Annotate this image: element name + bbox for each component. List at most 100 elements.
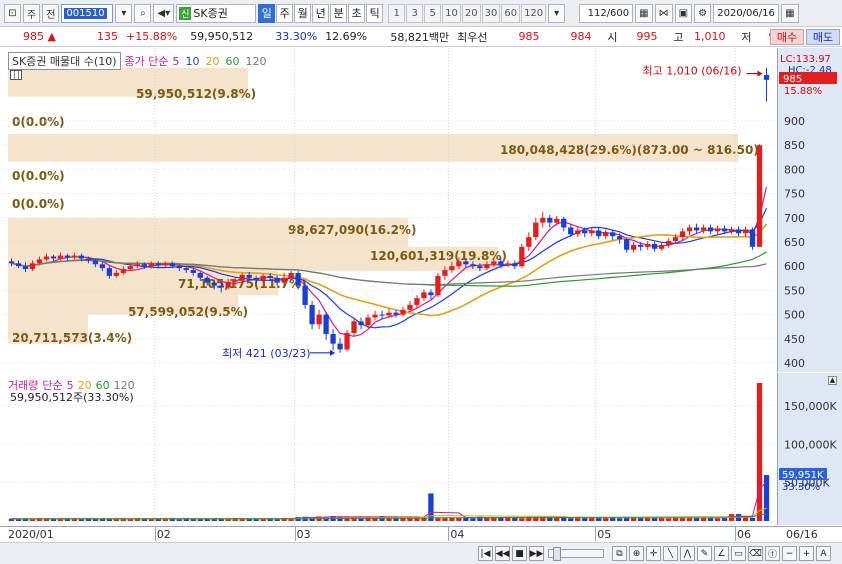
current-price: 985 ▲ [23,30,56,43]
copy-icon[interactable]: ⧉ [612,546,627,561]
scroll-slider[interactable] [548,547,604,561]
volume-panel[interactable]: 150,000K 100,000K 50,000K 59,951K 33.30% 거래량… [0,373,842,525]
best-bid: 984 [570,30,592,43]
low-label: 저 [741,30,752,44]
grid-icon[interactable]: ▦ [635,3,653,23]
high-label: 고 [673,30,684,44]
volume-bar-78 [554,517,560,521]
current-pct-label: 15.88% [784,86,822,97]
sell-button[interactable]: 매도 [806,29,840,45]
price-axis-label-1: 850 [784,139,805,152]
interval-button-10[interactable]: 10 [442,3,461,23]
interval-button-60[interactable]: 60 [501,3,521,23]
candle-body-56 [400,309,406,315]
volume-bar-8 [64,519,71,521]
split-icon[interactable]: ⋈ [654,3,673,23]
open-price: 995 [636,30,658,43]
candle-body-67 [477,266,483,269]
text-tool-icon[interactable]: ⓣ [765,546,780,561]
stop-icon[interactable]: ■ [512,546,527,561]
search-icon[interactable]: ⌕ [134,3,152,23]
lc-label: LC:133.97 [780,54,831,65]
line-tool-icon[interactable]: ╲ [663,546,678,561]
interval-button-30[interactable]: 30 [481,3,501,23]
candle-body-9 [71,255,78,258]
stock-code-input[interactable]: 001510 [61,3,114,23]
price-panel[interactable]: 59,950,512(9.8%) 0(0.0%) 180,048,428(29.6%… [0,48,842,372]
slider-handle[interactable] [553,547,561,561]
first-page-icon[interactable]: |◀ [478,546,493,561]
prev-button[interactable]: 전 [42,3,60,23]
period-tab-4[interactable]: 분 [330,3,348,23]
period-tab-3[interactable]: 년 [312,3,330,23]
stock-name-field[interactable]: 신 SK증권 [176,3,257,23]
date-field[interactable]: 2020/06/16 [713,3,780,23]
candle-body-74 [526,237,532,247]
candle-body-49 [351,321,357,333]
candle-body-95 [672,237,679,242]
gear-icon[interactable]: ⚙ [694,3,712,23]
type-select[interactable]: 주 [23,3,41,23]
period-tab-6[interactable]: 틱 [366,3,384,23]
candle-count-field[interactable]: 112/600 [579,3,634,23]
volume-bar-64 [456,517,462,521]
candle-body-90 [638,244,644,247]
zoom-in-icon[interactable]: + [799,546,814,561]
open-label: 시 [607,30,618,44]
candle-body-38 [274,277,280,283]
zoom-icon[interactable]: ⊕ [629,546,644,561]
candle-body-10 [78,255,85,259]
rewind-icon[interactable]: ◀◀ [495,546,510,561]
eraser-icon[interactable]: ⌫ [748,546,763,561]
font-icon[interactable]: A [816,546,831,561]
interval-button-1[interactable]: 1 [388,3,406,23]
price-legend-title[interactable]: SK증권 매물대 수(10) [8,52,121,70]
candle-body-46 [330,333,336,344]
candle-body-89 [631,244,637,250]
window-menu-icon[interactable]: ⊡ [4,3,21,23]
candle-body-40 [288,272,294,278]
candle-body-76 [540,217,546,223]
table-icon[interactable] [10,70,22,80]
volume-bar-66 [470,518,476,521]
candle-body-12 [92,260,99,265]
buy-button[interactable]: 매수 [770,29,804,45]
interval-button-3[interactable]: 3 [406,3,424,23]
zoom-out-icon[interactable]: − [782,546,797,561]
period-tab-5[interactable]: 초 [348,3,366,23]
candle-body-73 [519,246,525,267]
speaker-icon[interactable]: ◀▾ [153,3,175,23]
volume-profile-label-4: 0(0.0%) [12,197,65,211]
interval-dropdown-icon[interactable]: ▾ [548,3,566,23]
zigzag-icon[interactable]: ⋀ [680,546,695,561]
high-arrow-icon [757,70,763,77]
panel-close-icon[interactable]: ▲ [828,376,837,385]
period-tab-2[interactable]: 월 [294,3,312,23]
candle-body-81 [575,230,581,235]
code-dropdown-icon[interactable]: ▾ [115,3,133,23]
forward-icon[interactable]: ▶▶ [529,546,544,561]
interval-button-120[interactable]: 120 [521,3,547,23]
ma-period-20: 20 [205,54,220,68]
select-icon[interactable]: ▭ [731,546,746,561]
period-tab-0[interactable]: 일 [258,3,276,23]
draw-icon[interactable]: ✎ [697,546,712,561]
calendar-icon[interactable]: ▦ [781,3,799,23]
volume-bar-27 [197,519,203,521]
high-annotation: 최고 1,010 (06/16) [643,65,742,78]
volume-current-badge-text: 59,951K [782,470,824,481]
volume-bar-107 [756,383,763,521]
candle-body-53 [379,314,385,316]
candle-body-75 [533,222,539,238]
interval-button-20[interactable]: 20 [461,3,481,23]
candle-body-100 [707,227,714,232]
period-tab-1[interactable]: 주 [276,3,294,23]
interval-button-5[interactable]: 5 [424,3,442,23]
volume-bar-31 [225,519,231,521]
save-icon[interactable]: ▣ [674,3,693,23]
volume-value: 59,950,512 [190,30,254,43]
volume-bar-69 [491,517,497,521]
crosshair-icon[interactable]: ✛ [646,546,661,561]
fan-icon[interactable]: ∠ [714,546,729,561]
candle-body-58 [414,298,420,305]
